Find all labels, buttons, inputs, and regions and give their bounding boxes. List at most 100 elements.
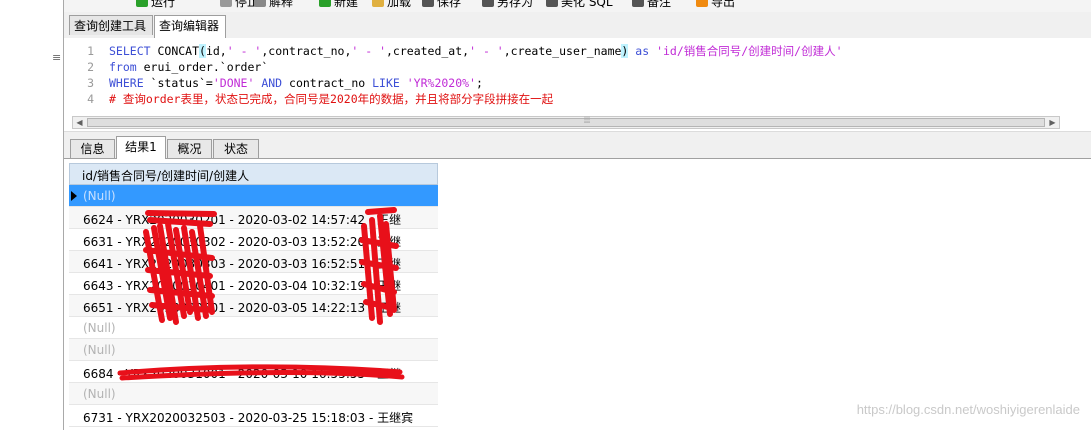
table-row[interactable]: 6641 - YRX2020030303 - 2020-03-03 16:52:… [69,251,438,273]
toolbar-explain-button[interactable]: 解释 [254,0,293,9]
table-cell[interactable]: 6684 - YRX2020031001 - 2020-03-10 16:55:… [83,365,401,382]
table-row[interactable]: (Null) [69,317,438,339]
tab-overview-label: 概况 [177,142,202,156]
code-line[interactable]: 3 WHERE `status`='DONE' AND contract_no L… [64,75,483,91]
export-icon [696,0,708,7]
table-cell[interactable]: 6624 - YRX2020030201 - 2020-03-02 14:57:… [83,211,401,228]
code-token: CONCAT [157,44,200,58]
code-token: ,create_user_name [503,44,622,58]
tab-status-label: 状态 [223,142,248,156]
code-token: contract_no [289,76,373,90]
toolbar-new-button[interactable]: 新建 [319,0,358,9]
line-number: 3 [87,76,94,90]
table-cell[interactable]: 6651 - YRX2020030501 - 2020-03-05 14:22:… [83,299,401,316]
beautify-icon [546,0,558,7]
code-token: SELECT [109,44,158,58]
table-row[interactable]: (Null) [69,185,438,207]
column-header-label: id/销售合同号/创建时间/创建人 [82,169,250,183]
table-row[interactable]: 6684 - YRX2020031001 - 2020-03-10 16:55:… [69,361,438,383]
table-cell[interactable]: 6731 - YRX2020032503 - 2020-03-25 15:18:… [83,409,413,426]
line-number: 4 [87,92,94,106]
column-header[interactable]: id/销售合同号/创建时间/创建人 [69,163,438,185]
scroll-right-icon[interactable]: ▶ [1046,117,1059,128]
table-cell[interactable]: 6641 - YRX2020030303 - 2020-03-03 16:52:… [83,255,401,272]
code-token: ' - ' [469,44,504,58]
grid-rows: (Null) 6624 - YRX2020030201 - 2020-03-02 … [69,185,438,427]
left-sidebar [0,0,49,430]
editor-horizontal-scrollbar[interactable]: ◀ ⦙⦙⦙ ▶ [72,116,1060,129]
table-cell[interactable]: (Null) [83,321,116,335]
toolbar-save-button[interactable]: 保存 [422,0,461,9]
toolbar-save-as-button[interactable]: 另存为 [482,0,533,9]
tab-overview[interactable]: 概况 [167,139,212,158]
table-row[interactable]: (Null) [69,383,438,405]
toolbar-comment-button[interactable]: 备注 [632,0,671,9]
sql-editor[interactable]: 1 SELECT CONCAT(id,' - ',contract_no,' - … [64,38,1091,114]
code-token: ,created_at, [386,44,470,58]
comment-icon [632,0,644,7]
tab-info-label: 信息 [80,142,105,156]
toolbar-label: 加载 [387,0,412,9]
tab-query-builder-label: 查询创建工具 [74,19,147,33]
table-cell[interactable]: (Null) [83,343,116,357]
new-icon [319,0,331,7]
toolbar: 运行 停止 解释 新建 加载 保存 另存为 美化 SQL 备注 导出 [64,0,1091,12]
code-token: from [109,60,144,74]
stop-icon [220,0,232,7]
table-row[interactable]: 6631 - YRX2020030302 - 2020-03-03 13:52:… [69,229,438,251]
current-row-icon [71,191,77,201]
toolbar-label: 新建 [334,0,359,9]
table-row[interactable]: 6651 - YRX2020030501 - 2020-03-05 14:22:… [69,295,438,317]
code-line[interactable]: 2 from erui_order.`order` [64,59,268,75]
code-token: 'id/销售合同号/创建时间/创建人' [656,44,843,58]
code-token: `status`= [150,76,213,90]
scroll-left-icon[interactable]: ◀ [73,117,86,128]
code-line[interactable]: 1 SELECT CONCAT(id,' - ',contract_no,' - … [64,43,843,59]
table-row[interactable]: 6643 - YRX2020030401 - 2020-03-04 10:32:… [69,273,438,295]
code-token: 'YR%2020%' [406,76,476,90]
table-row[interactable]: 6731 - YRX2020032503 - 2020-03-25 15:18:… [69,405,438,427]
load-icon [372,0,384,7]
tab-query-editor[interactable]: 查询编辑器 [154,15,226,38]
code-token: AND [254,76,290,90]
toolbar-label: 解释 [269,0,294,9]
toolbar-run-button[interactable]: 运行 [136,0,175,9]
toolbar-beautify-button[interactable]: 美化 SQL [546,0,613,9]
tab-query-builder[interactable]: 查询创建工具 [69,15,153,35]
toolbar-label: 另存为 [497,0,534,9]
tab-query-editor-label: 查询编辑器 [159,19,220,33]
line-number: 1 [87,44,94,58]
toolbar-label: 备注 [647,0,672,9]
line-number: 2 [87,60,94,74]
code-token: # 查询order表里，状态已完成，合同号是2020年的数据，并且将部分字段拼接… [109,92,554,106]
toolbar-export-button[interactable]: 导出 [696,0,735,9]
tab-info[interactable]: 信息 [70,139,115,158]
toolbar-label: 保存 [437,0,462,9]
code-token: ,contract_no, [261,44,352,58]
code-token: WHERE [109,76,151,90]
explain-icon [254,0,266,7]
table-cell[interactable]: (Null) [83,387,116,401]
tab-status[interactable]: 状态 [213,139,259,158]
result-grid: id/销售合同号/创建时间/创建人 (Null) 6624 - YRX202003… [69,163,438,427]
table-cell[interactable]: 6631 - YRX2020030302 - 2020-03-03 13:52:… [83,233,401,250]
scrollbar-thumb[interactable]: ⦙⦙⦙ [87,116,1045,127]
code-line[interactable]: 4 # 查询order表里，状态已完成，合同号是2020年的数据，并且将部分字段拼… [64,91,553,107]
tab-result1[interactable]: 结果1 [116,136,166,159]
splitter-grip-icon[interactable]: ≡ [52,52,61,63]
result-tabs: 信息 结果1 概况 状态 [64,136,1091,159]
table-cell[interactable]: (Null) [83,189,116,203]
toolbar-label: 导出 [711,0,736,9]
code-token: erui_order.`order` [143,60,269,74]
table-cell[interactable]: 6643 - YRX2020030401 - 2020-03-04 10:32:… [83,277,401,294]
code-token: ' - ' [351,44,386,58]
query-tabs: 查询创建工具 查询编辑器 [64,12,1091,39]
watermark: https://blog.csdn.net/woshiyigerenlaide [856,402,1080,417]
table-row[interactable]: 6624 - YRX2020030201 - 2020-03-02 14:57:… [69,207,438,229]
toolbar-label: 运行 [151,0,176,9]
table-row[interactable]: (Null) [69,339,438,361]
save-icon [422,0,434,7]
code-token: as [628,44,657,58]
code-token: 'DONE' [212,76,255,90]
toolbar-load-button[interactable]: 加载 [372,0,411,9]
